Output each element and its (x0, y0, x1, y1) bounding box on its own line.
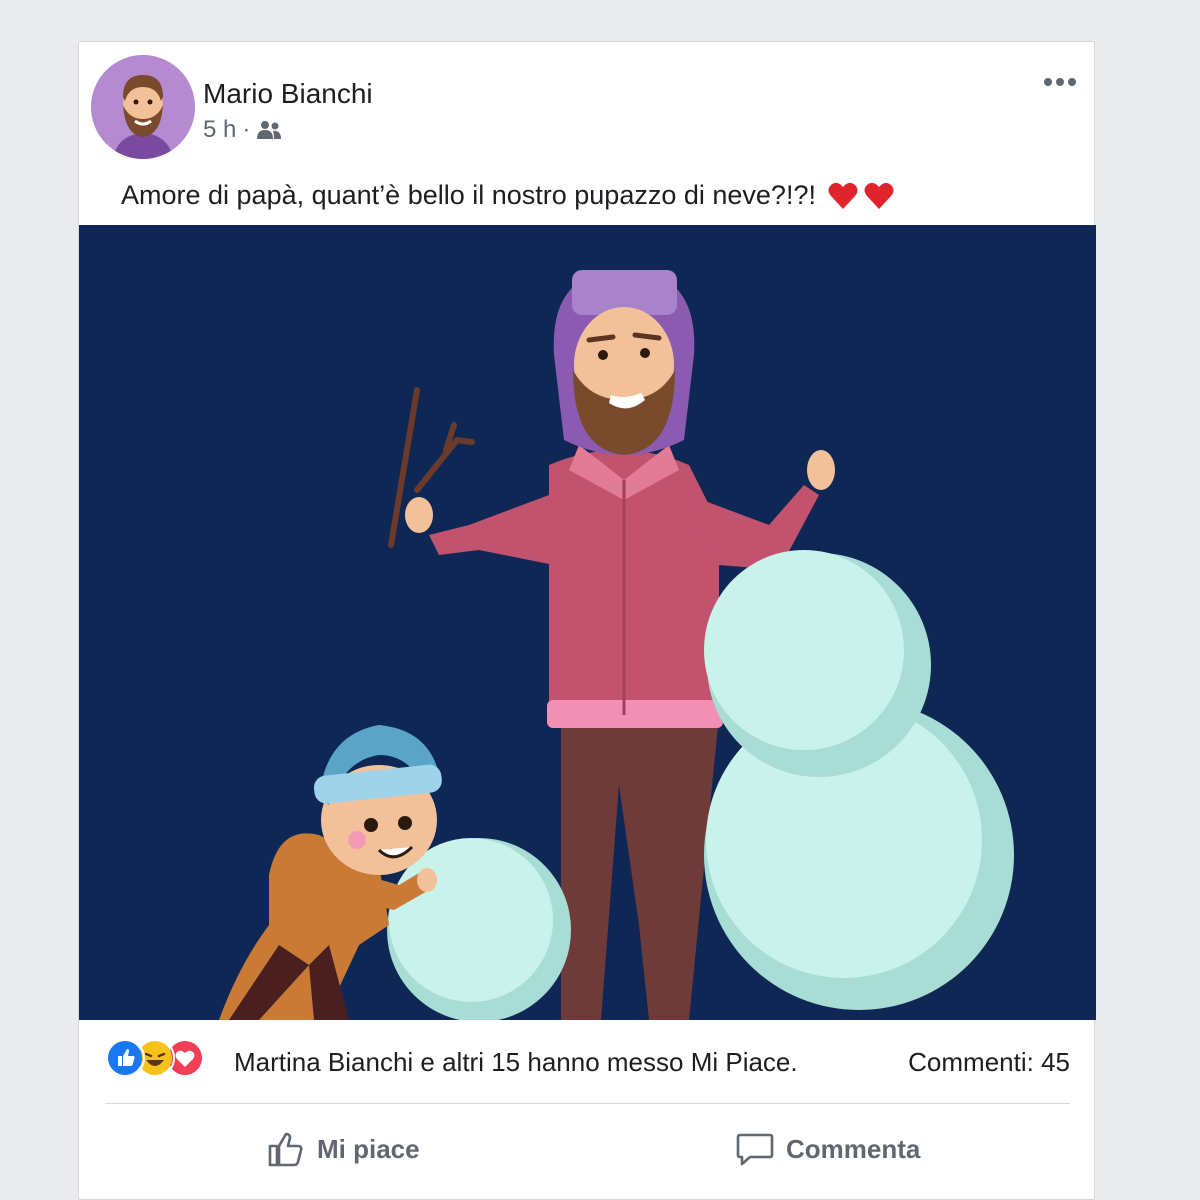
post-message: Amore di papà, quant’è bello il nostro p… (121, 180, 816, 210)
heart-icon (864, 182, 894, 209)
heart-icon (828, 182, 858, 209)
comment-icon (736, 1133, 774, 1166)
author-name[interactable]: Mario Bianchi (203, 78, 373, 110)
post-image[interactable] (79, 225, 1096, 1020)
post-text: Amore di papà, quant’è bello il nostro p… (121, 180, 894, 211)
avatar-portrait (91, 55, 195, 159)
like-button[interactable]: Mi piace (267, 1124, 420, 1174)
post-meta: 5 h · (203, 116, 282, 144)
avatar[interactable] (91, 55, 195, 159)
meta-separator: · (242, 116, 251, 143)
thumbs-up-icon (268, 1132, 303, 1167)
like-label: Mi piace (317, 1133, 420, 1164)
reactions-summary[interactable]: Martina Bianchi e altri 15 hanno messo M… (234, 1047, 798, 1078)
divider (105, 1103, 1070, 1104)
snowman-illustration (79, 225, 1096, 1020)
reactions-icons[interactable] (105, 1038, 205, 1078)
comments-count[interactable]: Commenti: 45 (908, 1047, 1070, 1078)
post-time[interactable]: 5 h (203, 116, 236, 144)
like-reaction-icon (105, 1038, 145, 1078)
comment-button[interactable]: Commenta (736, 1124, 920, 1174)
comment-label: Commenta (786, 1133, 921, 1164)
friends-icon[interactable] (256, 120, 282, 140)
ellipsis-icon (1044, 78, 1076, 86)
emoji-group (828, 182, 894, 210)
more-options-button[interactable] (1040, 70, 1080, 94)
post-card: Mario Bianchi 5 h · Amore di papà, quant… (78, 41, 1096, 1200)
